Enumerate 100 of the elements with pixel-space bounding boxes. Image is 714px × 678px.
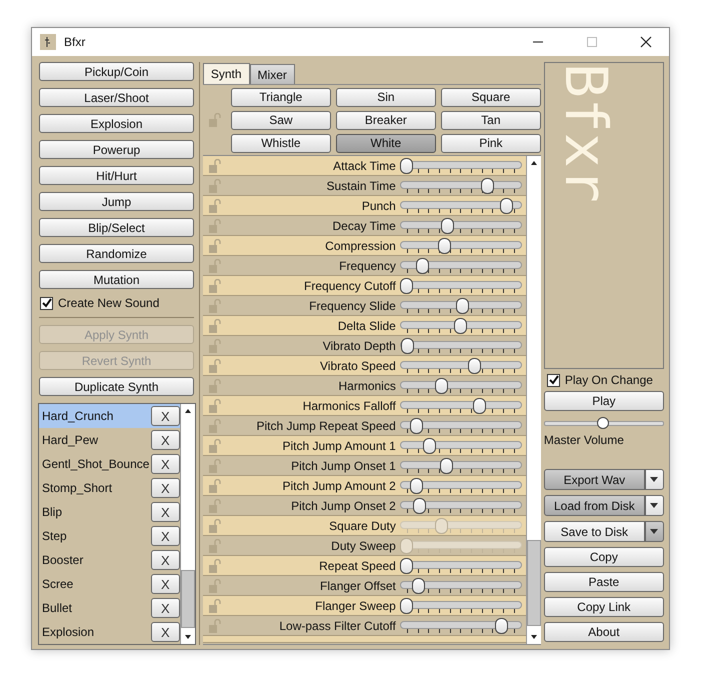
parameter-slider[interactable] — [400, 458, 522, 474]
parameter-slider[interactable] — [400, 478, 522, 494]
slider-thumb[interactable] — [412, 498, 426, 514]
parameter-slider[interactable] — [400, 438, 522, 454]
slider-thumb[interactable] — [438, 238, 451, 254]
slider-thumb[interactable] — [410, 418, 423, 434]
preset-button[interactable]: Randomize — [39, 244, 194, 263]
synth-button[interactable]: Duplicate Synth — [39, 377, 194, 396]
close-icon[interactable] — [640, 36, 652, 48]
delete-button[interactable]: X — [150, 406, 180, 426]
parameter-slider[interactable] — [400, 398, 522, 414]
slider-thumb[interactable] — [400, 278, 413, 294]
delete-button[interactable]: X — [150, 550, 180, 570]
waveform-button[interactable]: Breaker — [336, 110, 436, 130]
slider-thumb[interactable] — [440, 218, 454, 234]
file-button[interactable]: Copy Link — [544, 597, 664, 617]
waveform-button[interactable]: White — [336, 134, 436, 152]
slider-thumb[interactable] — [473, 398, 486, 414]
slider-thumb[interactable] — [400, 558, 413, 574]
parameter-slider[interactable] — [400, 338, 522, 354]
delete-button[interactable]: X — [150, 430, 180, 450]
waveform-button[interactable]: Square — [440, 88, 541, 106]
waveform-button[interactable]: Saw — [230, 110, 331, 130]
file-button[interactable]: Load from Disk — [544, 495, 645, 516]
delete-button[interactable]: X — [150, 454, 180, 474]
tab[interactable]: Synth — [202, 63, 250, 84]
delete-button[interactable]: X — [150, 478, 180, 498]
waveform-button[interactable]: Whistle — [230, 134, 331, 152]
sound-list-item[interactable]: Bullet X — [39, 596, 180, 620]
parameter-slider[interactable] — [400, 498, 522, 514]
waveform-button[interactable]: Tan — [440, 110, 541, 130]
parameter-slider[interactable] — [400, 278, 522, 294]
parameter-slider[interactable] — [400, 558, 522, 574]
slider-thumb[interactable] — [412, 578, 425, 594]
waveform-button[interactable]: Pink — [440, 134, 541, 152]
parameter-slider[interactable] — [400, 298, 522, 314]
dropdown-button[interactable] — [644, 521, 664, 542]
volume-slider[interactable] — [544, 417, 664, 429]
slider-thumb[interactable] — [480, 178, 494, 194]
sound-list-item[interactable]: Hard_Pew X — [39, 428, 180, 452]
slider-thumb[interactable] — [400, 598, 413, 614]
slider-thumb[interactable] — [435, 378, 448, 394]
slider-thumb[interactable] — [416, 258, 430, 274]
scrollbar-thumb[interactable] — [526, 540, 541, 626]
dropdown-button[interactable] — [644, 495, 664, 516]
parameter-slider[interactable] — [400, 218, 522, 234]
preset-button[interactable]: Pickup/Coin — [39, 62, 194, 81]
slider-thumb[interactable] — [494, 618, 508, 634]
sound-list-item[interactable]: Stomp_Short X — [39, 476, 180, 500]
delete-button[interactable]: X — [150, 598, 180, 618]
sound-list-item[interactable]: Explosion X — [39, 620, 180, 644]
parameter-slider[interactable] — [400, 378, 522, 394]
scrollbar[interactable] — [180, 404, 195, 644]
slider-thumb[interactable] — [400, 338, 414, 354]
slider-thumb[interactable] — [400, 158, 413, 174]
parameter-slider[interactable] — [400, 158, 522, 174]
preset-button[interactable]: Blip/Select — [39, 218, 194, 237]
play-button[interactable]: Play — [544, 391, 664, 411]
delete-button[interactable]: X — [150, 502, 180, 522]
sound-list-item[interactable]: Blip X — [39, 500, 180, 524]
parameter-slider[interactable] — [400, 238, 522, 254]
slider-thumb[interactable] — [410, 478, 423, 494]
parameter-slider[interactable] — [400, 418, 522, 434]
sound-list-item[interactable]: Step X — [39, 524, 180, 548]
sound-list-item[interactable]: Booster X — [39, 548, 180, 572]
preset-button[interactable]: Jump — [39, 192, 194, 211]
delete-button[interactable]: X — [150, 574, 180, 594]
preset-button[interactable]: Laser/Shoot — [39, 88, 194, 107]
scrollbar[interactable] — [526, 156, 541, 644]
file-button[interactable]: About — [544, 622, 664, 642]
waveform-button[interactable]: Triangle — [230, 88, 331, 106]
file-button[interactable]: Save to Disk — [544, 521, 645, 542]
waveform-button[interactable]: Sin — [336, 88, 436, 106]
slider-thumb[interactable] — [500, 198, 514, 214]
delete-button[interactable]: X — [150, 622, 180, 642]
slider-thumb[interactable] — [468, 358, 481, 374]
sound-list-item[interactable]: Hard_Crunch X — [39, 404, 180, 428]
file-button[interactable]: Paste — [544, 572, 664, 592]
parameter-slider[interactable] — [400, 358, 522, 374]
parameter-slider[interactable] — [400, 258, 522, 274]
checkbox[interactable] — [40, 296, 53, 310]
checkbox[interactable] — [546, 374, 560, 386]
preset-button[interactable]: Explosion — [39, 114, 194, 133]
preset-button[interactable]: Powerup — [39, 140, 194, 159]
preset-button[interactable]: Hit/Hurt — [39, 166, 194, 185]
slider-thumb[interactable] — [422, 438, 436, 454]
slider-thumb[interactable] — [596, 417, 609, 429]
parameter-slider[interactable] — [400, 178, 522, 194]
preset-button[interactable]: Mutation — [39, 270, 194, 289]
file-button[interactable]: Export Wav — [544, 469, 645, 490]
parameter-slider[interactable] — [400, 198, 522, 214]
slider-thumb[interactable] — [456, 298, 470, 314]
slider-thumb[interactable] — [440, 458, 453, 474]
dropdown-button[interactable] — [644, 469, 664, 490]
slider-thumb[interactable] — [454, 318, 467, 334]
scrollbar-thumb[interactable] — [180, 570, 195, 628]
parameter-slider[interactable] — [400, 578, 522, 594]
tab[interactable]: Mixer — [250, 64, 295, 84]
parameter-slider[interactable] — [400, 598, 522, 614]
sound-list-item[interactable]: Gentl_Shot_Bounce X — [39, 452, 180, 476]
